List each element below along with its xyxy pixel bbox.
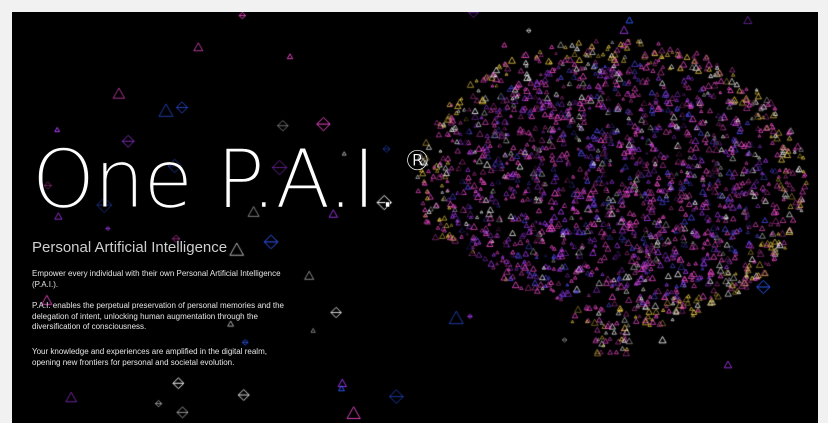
hero-subtitle: Personal Artificial Intelligence: [32, 239, 228, 256]
intro-paragraph: Empower every individual with their own …: [32, 269, 281, 289]
hero-title: One P.A.I.: [32, 133, 401, 226]
amplification-paragraph: Your knowledge and experiences are ampli…: [32, 347, 267, 367]
registered-mark: ®: [403, 144, 432, 177]
hero-section: One P.A.I. ® Personal Artificial Intelli…: [12, 12, 818, 423]
preservation-paragraph: P.A.I. enables the perpetual preservatio…: [32, 301, 285, 331]
hero-title-row: One P.A.I. ®: [32, 133, 432, 226]
